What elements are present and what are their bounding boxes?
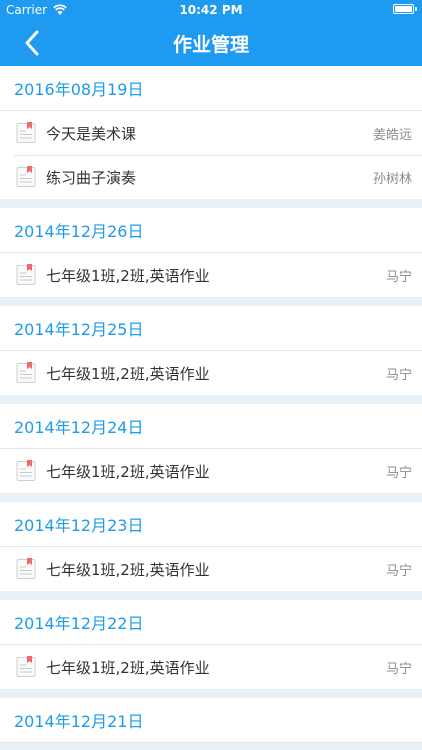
document-icon	[16, 656, 36, 677]
homework-title: 七年级1班,2班,英语作业	[46, 658, 210, 677]
homework-author: 马宁	[385, 563, 412, 579]
section-gap	[0, 493, 422, 502]
section-date-header: 2014年12月23日	[0, 502, 422, 547]
section-gap	[0, 199, 422, 208]
battery-fill	[395, 6, 412, 12]
section-date-header: 2014年12月21日	[0, 698, 422, 743]
date-section: 2016年08月19日今天是美术课 姜皓远练习曲子演奏 孙树林	[0, 66, 422, 199]
homework-title: 七年级1班,2班,英语作业	[46, 266, 210, 285]
homework-title: 七年级1班,2班,英语作业	[46, 560, 210, 579]
navigation-bar: 作业管理	[0, 20, 422, 66]
homework-row[interactable]: 七年级1班,2班,英语作业 马宁	[0, 351, 422, 395]
date-section: 2014年12月24日七年级1班,2班,英语作业 马宁	[0, 404, 422, 493]
date-section: 2014年12月26日七年级1班,2班,英语作业 马宁	[0, 208, 422, 297]
homework-row[interactable]: 七年级1班,2班,英语作业 马宁	[0, 547, 422, 591]
section-gap	[0, 591, 422, 600]
homework-author: 马宁	[385, 661, 412, 677]
homework-title: 练习曲子演奏	[46, 168, 137, 187]
section-date-header: 2014年12月24日	[0, 404, 422, 449]
status-time: 10:42 PM	[179, 3, 243, 17]
status-bar: Carrier 10:42 PM	[0, 0, 422, 20]
homework-row[interactable]: 今天是美术课 姜皓远	[0, 111, 422, 155]
homework-row[interactable]: 七年级1班,2班,英语作业 马宁	[0, 253, 422, 297]
homework-author: 马宁	[385, 269, 412, 285]
homework-title: 今天是美术课	[46, 124, 137, 143]
page-title: 作业管理	[172, 34, 249, 56]
app: Carrier 10:42 PM 作业管理 2016年08月19日今天是美术课 姜…	[0, 0, 422, 750]
document-icon	[16, 362, 36, 383]
document-icon	[16, 558, 36, 579]
date-section: 2014年12月21日	[0, 698, 422, 743]
document-icon	[16, 264, 36, 285]
homework-row[interactable]: 七年级1班,2班,英语作业 马宁	[0, 645, 422, 689]
date-section: 2014年12月23日七年级1班,2班,英语作业 马宁	[0, 502, 422, 591]
homework-row[interactable]: 七年级1班,2班,英语作业 马宁	[0, 449, 422, 493]
homework-title: 七年级1班,2班,英语作业	[46, 364, 210, 383]
top-bar: Carrier 10:42 PM 作业管理	[0, 0, 422, 66]
section-date-header: 2014年12月25日	[0, 306, 422, 351]
homework-author: 姜皓远	[372, 127, 412, 143]
battery-icon	[393, 4, 417, 14]
homework-author: 马宁	[385, 367, 412, 383]
date-section: 2014年12月22日七年级1班,2班,英语作业 马宁	[0, 600, 422, 689]
document-icon	[16, 166, 36, 187]
homework-author: 孙树林	[372, 171, 412, 187]
section-date-header: 2016年08月19日	[0, 66, 422, 111]
section-date-header: 2014年12月22日	[0, 600, 422, 645]
section-gap	[0, 689, 422, 698]
homework-author: 马宁	[385, 465, 412, 481]
document-icon	[16, 460, 36, 481]
section-gap	[0, 297, 422, 306]
section-gap	[0, 395, 422, 404]
document-icon	[16, 122, 36, 143]
date-section: 2014年12月25日七年级1班,2班,英语作业 马宁	[0, 306, 422, 395]
homework-list[interactable]: 2016年08月19日今天是美术课 姜皓远练习曲子演奏 孙树林 2014年12月26日…	[0, 66, 422, 750]
homework-title: 七年级1班,2班,英语作业	[46, 462, 210, 481]
section-date-header: 2014年12月26日	[0, 208, 422, 253]
homework-row[interactable]: 练习曲子演奏 孙树林	[0, 155, 422, 199]
